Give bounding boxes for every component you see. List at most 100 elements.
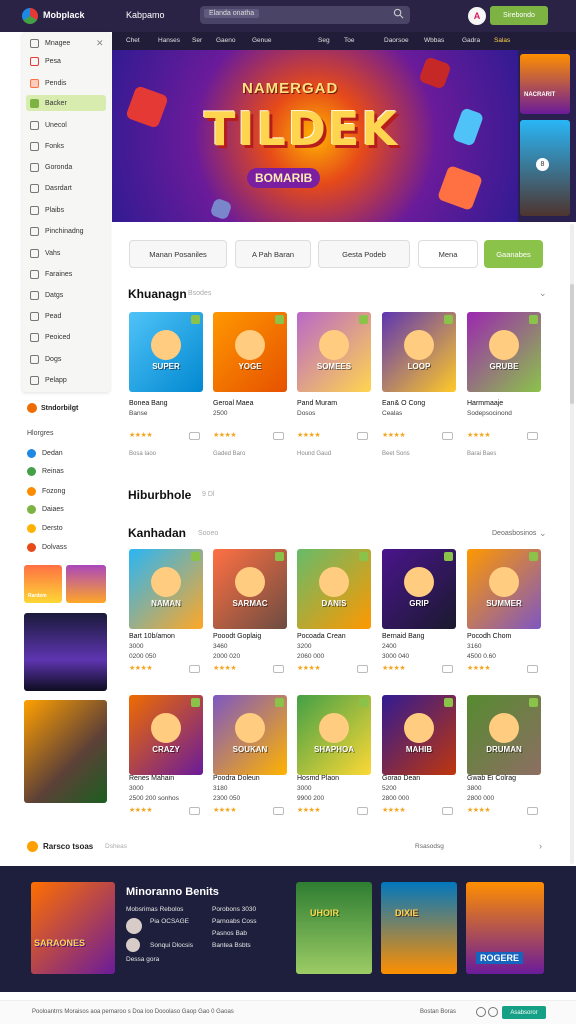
help-icon[interactable]: [476, 1007, 486, 1017]
game-name[interactable]: Pocoada Crean: [297, 633, 373, 640]
site-title[interactable]: Kabpamo: [126, 10, 165, 20]
sidebar-item[interactable]: Pendis: [26, 75, 106, 91]
recent-subtitle[interactable]: Dsheas: [105, 843, 127, 850]
sidebar-item[interactable]: Datgs: [26, 287, 106, 303]
sidebar-item[interactable]: Pinchinadng: [26, 223, 106, 239]
side-card[interactable]: NACRARIT: [520, 54, 570, 114]
sidebar-item[interactable]: Unecol: [26, 117, 106, 133]
search-tag[interactable]: Elanda onatha: [204, 9, 260, 18]
logo-icon[interactable]: [22, 8, 38, 24]
sidebar-item[interactable]: Dogs: [26, 351, 106, 367]
chevron-right-icon[interactable]: ›: [539, 841, 542, 851]
filter-chip[interactable]: Gesta Podeb: [318, 240, 410, 268]
category-item[interactable]: Daiaes: [27, 505, 64, 514]
category-item[interactable]: Dedan: [27, 449, 63, 458]
game-tile[interactable]: SUPER: [129, 312, 203, 392]
category-item[interactable]: Dersto: [27, 524, 63, 533]
nav-item[interactable]: Hanses: [158, 37, 180, 44]
footer-game-card[interactable]: UHOIR: [296, 882, 372, 974]
sidebar-item[interactable]: Dasrdart: [26, 180, 106, 196]
game-tile[interactable]: LOOP: [382, 312, 456, 392]
filter-chip[interactable]: A Pah Baran: [235, 240, 311, 268]
footer-promo-card[interactable]: SARAONES: [31, 882, 115, 974]
nav-item[interactable]: Ser: [192, 37, 202, 44]
game-tile[interactable]: SOUKAN: [213, 695, 287, 775]
footer-game-card[interactable]: DIXIE: [381, 882, 457, 974]
nav-item[interactable]: Toe: [344, 37, 354, 44]
promo-thumb[interactable]: Rardem: [24, 565, 62, 603]
nav-item[interactable]: Wbbas: [424, 37, 444, 44]
sidebar-item[interactable]: Faraines: [26, 266, 106, 282]
sidebar-item[interactable]: Goronda: [26, 159, 106, 175]
game-name[interactable]: Pocodh Chom: [467, 633, 543, 640]
game-name[interactable]: Poodra Doleun: [213, 775, 289, 782]
sidebar-item[interactable]: Plaibs: [26, 202, 106, 218]
game-name[interactable]: Harmmaaje: [467, 400, 543, 407]
hero-banner[interactable]: NAMERGAD TILDEK BOMARIB: [112, 50, 518, 222]
game-name[interactable]: Bonea Bang: [129, 400, 205, 407]
category-item[interactable]: Fozong: [27, 487, 65, 496]
game-name[interactable]: Bart 10b/amon: [129, 633, 205, 640]
footer-links[interactable]: Pooloantrrs Moraisos aoa pernaroo s Doa …: [32, 1009, 234, 1015]
recent-link[interactable]: Rsasodsg: [415, 843, 444, 850]
game-tile[interactable]: SUMMER: [467, 549, 541, 629]
section-subtitle[interactable]: Sooeo: [198, 530, 218, 537]
slide-badge[interactable]: 8: [536, 158, 549, 171]
game-name[interactable]: Gorao Dean: [382, 775, 458, 782]
game-name[interactable]: Hosmd Plaon: [297, 775, 373, 782]
chevron-down-icon[interactable]: ⌄: [539, 528, 547, 539]
sidebar-item[interactable]: Pelapp: [26, 372, 106, 388]
nav-item[interactable]: Daorsoe: [384, 37, 409, 44]
game-tile[interactable]: SHAPHOA: [297, 695, 371, 775]
sidebar-item[interactable]: Pesa: [26, 53, 106, 69]
game-name[interactable]: Gwab Ei Colrag: [467, 775, 543, 782]
game-name[interactable]: Geroal Maea: [213, 400, 289, 407]
game-tile[interactable]: DRUMAN: [467, 695, 541, 775]
category-item[interactable]: Reinas: [27, 467, 64, 476]
search-input[interactable]: Elanda onatha: [200, 6, 410, 24]
sidebar-item[interactable]: Peoiced: [26, 329, 106, 345]
logo-text[interactable]: Mobplack: [43, 10, 85, 20]
game-name[interactable]: Pand Muram: [297, 400, 373, 407]
nav-item[interactable]: Gadra: [462, 37, 480, 44]
search-icon[interactable]: [393, 8, 404, 19]
game-tile[interactable]: CRAZY: [129, 695, 203, 775]
game-tile[interactable]: SOMEES: [297, 312, 371, 392]
game-tile[interactable]: GRIP: [382, 549, 456, 629]
game-tile[interactable]: MAHIB: [382, 695, 456, 775]
promo-banner[interactable]: [24, 613, 107, 691]
filter-chip[interactable]: Mena: [418, 240, 478, 268]
sidebar-item[interactable]: Mnagee: [26, 35, 106, 51]
promo-thumb[interactable]: [66, 565, 106, 603]
category-item[interactable]: Dolvass: [27, 543, 67, 552]
scrollbar[interactable]: [570, 224, 574, 864]
filter-chip[interactable]: Manan Posaniles: [129, 240, 227, 268]
game-name[interactable]: Bernaid Bang: [382, 633, 458, 640]
settings-icon[interactable]: [488, 1007, 498, 1017]
section-subtitle[interactable]: Bsodes: [188, 290, 211, 297]
game-tile[interactable]: SARMAC: [213, 549, 287, 629]
sidebar-item[interactable]: Pead: [26, 308, 106, 324]
footer-button[interactable]: Asabsoror: [502, 1006, 546, 1019]
footer-link[interactable]: Bostan Boras: [420, 1009, 456, 1015]
user-avatar[interactable]: A: [468, 7, 486, 25]
game-name[interactable]: Ean& O Cong: [382, 400, 458, 407]
nav-item[interactable]: Chet: [126, 37, 140, 44]
nav-item[interactable]: Gaeno: [216, 37, 236, 44]
promo-banner[interactable]: [24, 700, 107, 803]
game-tile[interactable]: YOGE: [213, 312, 287, 392]
game-name[interactable]: Renes Mahain: [129, 775, 205, 782]
nav-item[interactable]: Genue: [252, 37, 272, 44]
game-name[interactable]: Pooodt Goplaig: [213, 633, 289, 640]
nav-item[interactable]: Salas: [494, 37, 510, 44]
sidebar-item-active[interactable]: Backer: [26, 95, 106, 111]
sidebar-item[interactable]: Fonks: [26, 138, 106, 154]
signup-button[interactable]: Sirebondo: [490, 6, 548, 25]
nav-item[interactable]: Seg: [318, 37, 330, 44]
footer-game-card[interactable]: ROGERE: [466, 882, 544, 974]
section-link[interactable]: Deoasbosinos: [492, 530, 536, 537]
close-icon[interactable]: ✕: [96, 38, 104, 49]
game-tile[interactable]: NAMAN: [129, 549, 203, 629]
game-tile[interactable]: DANIS: [297, 549, 371, 629]
scrollbar-thumb[interactable]: [570, 284, 574, 404]
